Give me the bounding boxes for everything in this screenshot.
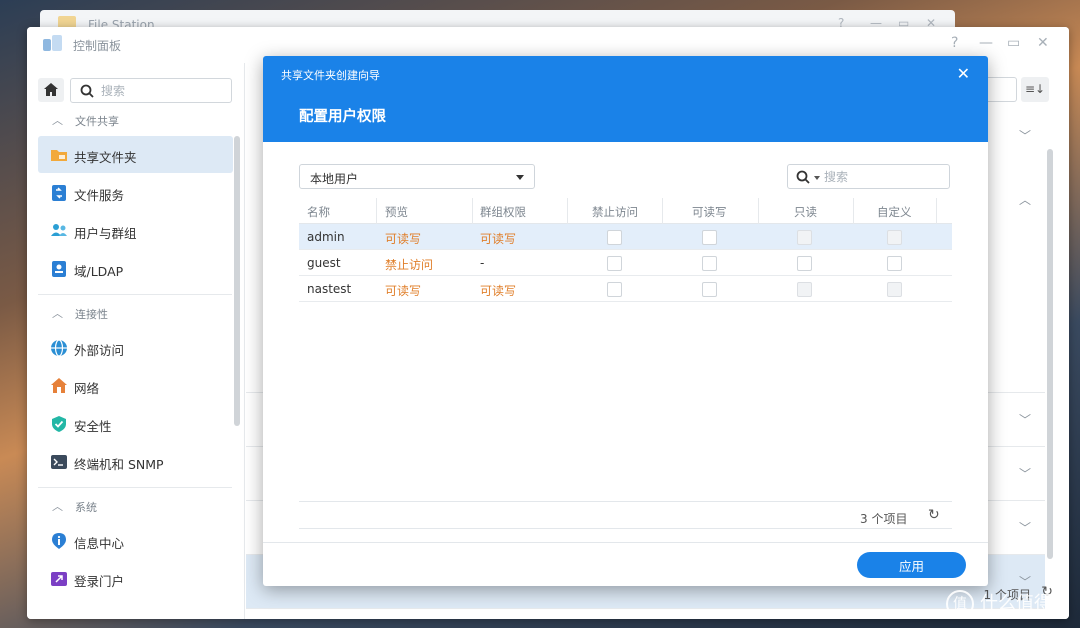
- table-row[interactable]: guest 禁止访问 -: [299, 250, 952, 276]
- column-preview[interactable]: 预览: [385, 204, 408, 220]
- divider: [38, 487, 232, 488]
- wizard-search-input[interactable]: [824, 168, 934, 186]
- no-access-checkbox[interactable]: [607, 230, 622, 245]
- terminal-icon: [51, 455, 67, 469]
- chevron-down-icon: ﹀: [1018, 129, 1031, 143]
- apply-button[interactable]: 应用: [857, 552, 966, 578]
- sort-button[interactable]: ≡↓: [1021, 77, 1049, 102]
- custom-checkbox[interactable]: [887, 282, 902, 297]
- sidebar-search-input[interactable]: [101, 82, 221, 100]
- no-access-checkbox[interactable]: [607, 256, 622, 271]
- help-icon[interactable]: ?: [951, 35, 958, 51]
- chevron-down-icon: ﹀: [1018, 413, 1031, 427]
- login-portal-icon: [51, 572, 67, 586]
- sort-icon: ≡↓: [1024, 82, 1046, 96]
- sidebar-item-file-services[interactable]: 文件服务: [38, 174, 233, 211]
- section-system[interactable]: ︿ 系统: [38, 495, 232, 519]
- control-panel-title: 控制面板: [73, 39, 122, 53]
- table-row[interactable]: admin 可读写 可读写: [299, 224, 952, 250]
- network-icon: [51, 378, 67, 393]
- caret-down-icon: [516, 175, 524, 180]
- chevron-up-icon: ︿: [52, 500, 63, 513]
- item-count: 3 个项目: [860, 512, 908, 526]
- home-button[interactable]: [38, 78, 64, 102]
- wizard-header: 共享文件夹创建向导 ✕ 配置用户权限: [263, 56, 988, 142]
- no-access-checkbox[interactable]: [607, 282, 622, 297]
- divider: [263, 542, 988, 543]
- column-group-permission[interactable]: 群组权限: [480, 204, 526, 220]
- chevron-up-icon: ︿: [52, 307, 63, 320]
- file-services-icon: [52, 185, 66, 201]
- domain-ldap-icon: [52, 261, 66, 277]
- sidebar-item-shared-folder[interactable]: 共享文件夹: [38, 136, 233, 173]
- read-only-checkbox[interactable]: [797, 230, 812, 245]
- close-icon[interactable]: ✕: [957, 64, 970, 83]
- close-icon[interactable]: ✕: [1037, 35, 1049, 51]
- refresh-icon[interactable]: ↻: [928, 507, 940, 523]
- minimize-icon[interactable]: —: [979, 35, 993, 51]
- shared-folder-wizard: 共享文件夹创建向导 ✕ 配置用户权限 本地用户 名称 预览 群组权限 禁止访问 …: [263, 56, 988, 586]
- divider: [38, 294, 232, 295]
- read-write-checkbox[interactable]: [702, 282, 717, 297]
- shield-icon: [52, 416, 66, 432]
- divider: [299, 501, 952, 502]
- sidebar: ︿ 文件共享 共享文件夹 文件服务 用户与群组 域/LDAP ︿ 连接性 外部访…: [27, 63, 245, 619]
- sidebar-item-terminal-snmp[interactable]: 终端机和 SNMP: [38, 443, 233, 480]
- control-panel-logo-icon: [43, 35, 63, 53]
- sidebar-item-security[interactable]: 安全性: [38, 405, 233, 442]
- watermark-badge: 值: [946, 590, 974, 618]
- custom-checkbox[interactable]: [887, 256, 902, 271]
- sidebar-item-domain-ldap[interactable]: 域/LDAP: [38, 250, 233, 287]
- shared-folder-icon: [51, 150, 67, 161]
- wizard-step-title: 配置用户权限: [299, 109, 386, 125]
- divider: [299, 528, 952, 529]
- info-center-icon: [52, 533, 66, 549]
- read-only-checkbox[interactable]: [797, 282, 812, 297]
- search-icon: [796, 170, 810, 184]
- wizard-body: 本地用户 名称 预览 群组权限 禁止访问 可读写 只读 自定义: [263, 142, 988, 586]
- wizard-search[interactable]: [787, 164, 950, 189]
- read-write-checkbox[interactable]: [702, 256, 717, 271]
- chevron-down-icon: ﹀: [1018, 467, 1031, 481]
- users-icon: [51, 224, 67, 236]
- sidebar-item-external-access[interactable]: 外部访问: [38, 329, 233, 366]
- external-access-icon: [51, 339, 67, 357]
- wizard-title: 共享文件夹创建向导: [281, 69, 380, 82]
- sidebar-item-network[interactable]: 网络: [38, 367, 233, 404]
- table-row[interactable]: nastest 可读写 可读写: [299, 276, 952, 302]
- sidebar-search[interactable]: [70, 78, 232, 103]
- section-file-sharing[interactable]: ︿ 文件共享: [38, 109, 232, 133]
- watermark-text: 什么值得买: [980, 593, 1070, 614]
- search-icon: [80, 84, 94, 98]
- caret-down-icon: [814, 176, 820, 180]
- sidebar-item-info-center[interactable]: 信息中心: [38, 522, 233, 559]
- custom-checkbox[interactable]: [887, 230, 902, 245]
- section-connectivity[interactable]: ︿ 连接性: [38, 302, 232, 326]
- user-type-dropdown[interactable]: 本地用户: [299, 164, 535, 189]
- sidebar-scrollbar[interactable]: [234, 136, 240, 426]
- watermark: 值什么值得买: [946, 589, 1070, 618]
- column-custom[interactable]: 自定义: [877, 204, 912, 220]
- main-scrollbar[interactable]: [1047, 149, 1053, 559]
- column-name[interactable]: 名称: [307, 204, 330, 220]
- column-read-only[interactable]: 只读: [794, 204, 817, 220]
- sidebar-item-users-groups[interactable]: 用户与群组: [38, 212, 233, 249]
- column-read-write[interactable]: 可读写: [692, 204, 727, 220]
- table-header: 名称 预览 群组权限 禁止访问 可读写 只读 自定义: [299, 198, 952, 224]
- read-only-checkbox[interactable]: [797, 256, 812, 271]
- permission-table: 名称 预览 群组权限 禁止访问 可读写 只读 自定义 admin 可读写 可读写: [299, 198, 952, 302]
- chevron-up-icon: ︿: [52, 114, 63, 127]
- column-no-access[interactable]: 禁止访问: [592, 204, 638, 220]
- home-icon: [44, 83, 58, 96]
- chevron-up-icon: ︿: [1018, 193, 1031, 207]
- chevron-down-icon: ﹀: [1018, 521, 1031, 535]
- read-write-checkbox[interactable]: [702, 230, 717, 245]
- maximize-icon[interactable]: ▭: [1007, 35, 1020, 51]
- sidebar-item-login-portal[interactable]: 登录门户: [38, 560, 233, 597]
